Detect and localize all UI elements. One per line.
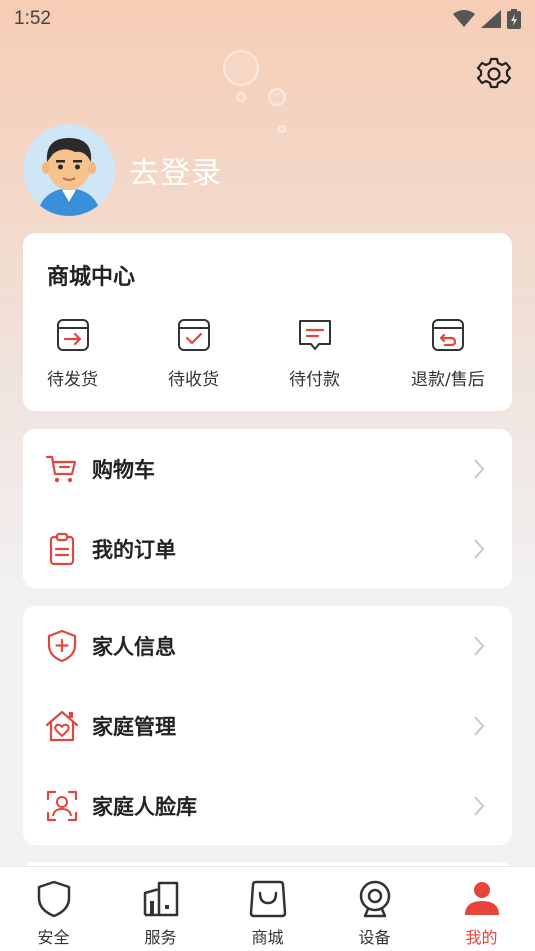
- chevron-right-icon: [474, 716, 485, 736]
- box-check-icon: [177, 319, 210, 351]
- status-time: 1:52: [14, 8, 51, 29]
- order-item-pending-receipt[interactable]: 待收货: [168, 315, 219, 390]
- building-icon: [143, 881, 178, 917]
- chevron-right-icon: [474, 539, 485, 559]
- cart-icon: [45, 455, 77, 483]
- signal-icon: [481, 10, 501, 28]
- webcam-icon: [359, 880, 390, 918]
- list-item-family-management[interactable]: 家庭管理: [23, 686, 512, 766]
- status-icons: [453, 9, 521, 29]
- avatar[interactable]: [23, 124, 115, 216]
- list-item-label: 购物车: [92, 458, 155, 482]
- tab-mall[interactable]: 商城: [214, 867, 321, 951]
- wifi-icon: [453, 10, 475, 27]
- list-item-cart[interactable]: 购物车: [23, 429, 512, 509]
- shield-icon: [37, 880, 70, 918]
- order-item-pending-shipment[interactable]: 待发货: [47, 315, 98, 390]
- tab-label: 我的: [465, 928, 498, 947]
- shopping-bag-icon: [249, 880, 286, 918]
- battery-icon: [507, 9, 521, 29]
- avatar-illustration-icon: [23, 124, 115, 216]
- profile-section[interactable]: 去登录: [23, 124, 222, 216]
- box-arrow-icon: [56, 319, 89, 351]
- decor-bubble: [236, 92, 246, 102]
- mall-center-card: 商城中心 待发货 待收货 待付款 退款/售后: [23, 233, 512, 411]
- list-item-family-info[interactable]: 家人信息: [23, 606, 512, 686]
- decor-bubble: [268, 88, 286, 106]
- shop-list-card: 购物车 我的订单: [23, 429, 512, 588]
- list-item-label: 家庭管理: [92, 715, 176, 739]
- decor-bubble: [278, 125, 286, 133]
- person-icon: [464, 882, 499, 915]
- list-item-label: 家庭人脸库: [92, 795, 197, 819]
- chevron-right-icon: [474, 796, 485, 816]
- settings-button[interactable]: [476, 56, 512, 92]
- list-item-my-orders[interactable]: 我的订单: [23, 509, 512, 589]
- order-item-refund[interactable]: 退款/售后: [411, 315, 485, 390]
- tab-label: 服务: [144, 928, 177, 947]
- login-link[interactable]: 去登录: [129, 148, 222, 192]
- tab-devices[interactable]: 设备: [321, 867, 428, 951]
- order-item-pending-payment[interactable]: 待付款: [289, 315, 340, 390]
- tab-label: 安全: [37, 928, 70, 947]
- chat-lines-icon: [298, 320, 331, 350]
- mall-center-title: 商城中心: [47, 265, 136, 290]
- tab-label: 商城: [251, 928, 284, 947]
- box-return-icon: [431, 319, 464, 351]
- list-item-label: 我的订单: [92, 538, 176, 562]
- list-item-face-library[interactable]: 家庭人脸库: [23, 766, 512, 846]
- family-list-card: 家人信息 家庭管理 家庭人脸库: [23, 606, 512, 845]
- clipboard-icon: [49, 532, 75, 566]
- status-bar: 1:52: [0, 0, 535, 38]
- order-item-label: 待付款: [289, 370, 340, 390]
- tab-label: 设备: [358, 928, 391, 947]
- gear-icon: [476, 57, 512, 89]
- order-item-label: 退款/售后: [411, 370, 485, 390]
- tab-security[interactable]: 安全: [0, 867, 107, 951]
- list-item-label: 家人信息: [92, 635, 176, 659]
- tab-services[interactable]: 服务: [107, 867, 214, 951]
- chevron-right-icon: [474, 459, 485, 479]
- bottom-tab-bar: 安全 服务 商城 设备 我的: [0, 866, 535, 951]
- chevron-right-icon: [474, 636, 485, 656]
- face-scan-icon: [46, 790, 78, 822]
- tab-mine[interactable]: 我的: [428, 867, 535, 951]
- order-item-label: 待收货: [168, 370, 219, 390]
- home-heart-icon: [45, 710, 79, 742]
- order-item-label: 待发货: [47, 370, 98, 390]
- decor-bubble: [223, 50, 259, 86]
- shield-plus-icon: [47, 629, 77, 663]
